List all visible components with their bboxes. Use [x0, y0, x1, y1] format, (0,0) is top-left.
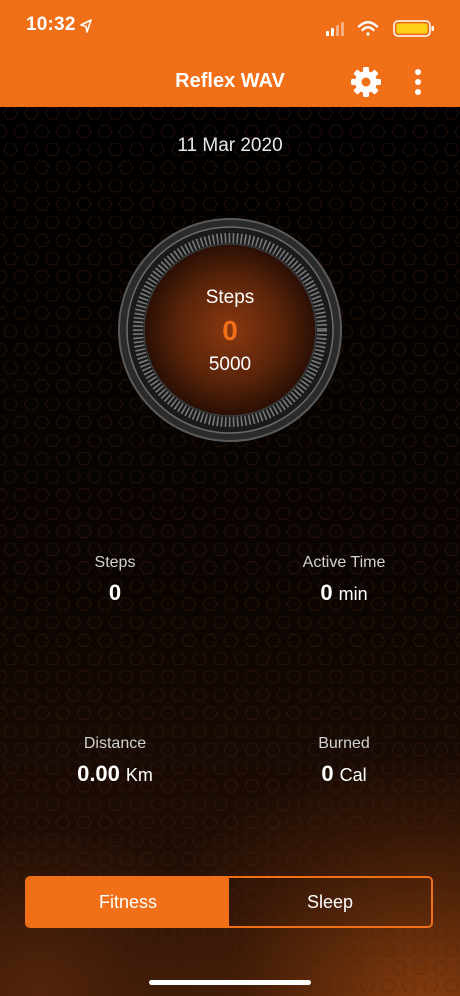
stat-active-time-unit: min	[338, 584, 368, 604]
stat-active-time-label: Active Time	[302, 554, 386, 571]
home-indicator[interactable]	[149, 980, 311, 985]
more-vertical-icon[interactable]	[407, 66, 429, 98]
tab-sleep[interactable]: Sleep	[229, 878, 431, 926]
location-arrow-icon	[80, 19, 92, 33]
stat-burned-label: Burned	[318, 735, 370, 752]
status-time: 10:32	[26, 14, 76, 35]
stat-steps-label: Steps	[94, 554, 136, 571]
cellular-signal-icon	[326, 22, 344, 36]
app-screen: 10:32 Reflex WAV 11 Mar 2020 Steps 0 500…	[0, 0, 460, 996]
stat-burned-unit: Cal	[339, 765, 367, 785]
battery-icon	[393, 20, 434, 37]
stat-distance-unit: Km	[125, 765, 153, 785]
stat-distance-value: 0.00	[77, 761, 120, 786]
stat-steps: Steps 0	[15, 554, 215, 606]
stat-distance: Distance 0.00 Km	[15, 735, 215, 787]
stat-burned-value: 0	[321, 761, 334, 786]
ring-steps-value: 0	[222, 315, 238, 346]
status-icons	[326, 20, 434, 37]
stat-active-time-value: 0	[320, 580, 333, 605]
wifi-icon	[357, 21, 379, 36]
tab-fitness[interactable]: Fitness	[27, 878, 229, 926]
stat-distance-label: Distance	[83, 735, 147, 752]
ring-steps-label: Steps	[205, 287, 255, 308]
stat-active-time: Active Time 0 min	[244, 554, 444, 606]
stat-burned: Burned 0 Cal	[244, 735, 444, 787]
gear-icon[interactable]	[350, 66, 382, 98]
stat-steps-value: 0	[108, 580, 122, 605]
ring-steps-goal: 5000	[208, 354, 252, 375]
date-label: 11 Mar 2020	[177, 135, 283, 156]
fitness-sleep-segmented-control: Fitness Sleep	[25, 876, 433, 928]
page-title: Reflex WAV	[175, 70, 285, 92]
